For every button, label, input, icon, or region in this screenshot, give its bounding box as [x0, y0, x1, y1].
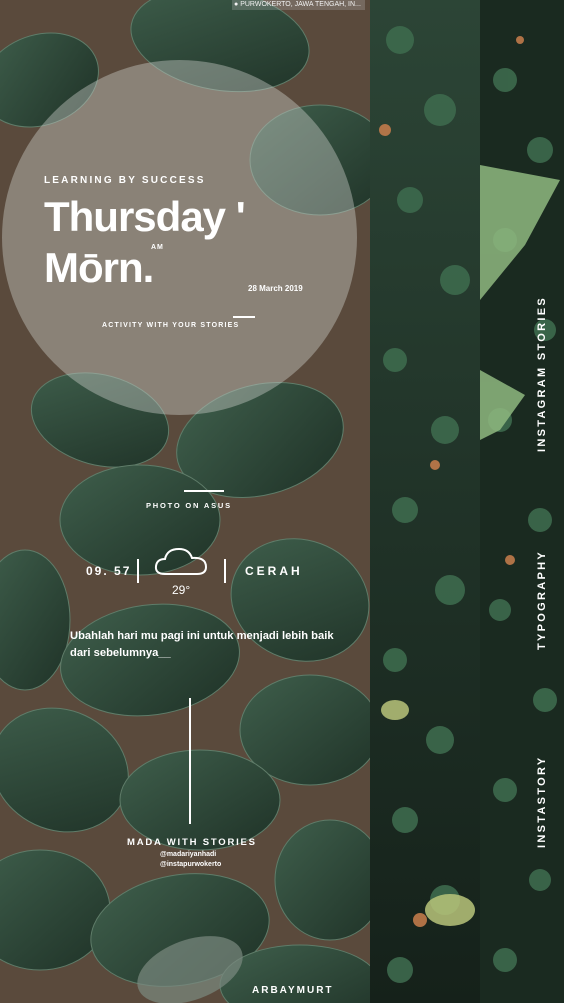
date-text: 28 March 2019: [248, 284, 303, 293]
kicker-text: LEARNING BY SUCCESS: [44, 175, 206, 186]
vertical-line: [189, 698, 191, 824]
vertical-label-instastory: INSTASTORY: [536, 755, 548, 848]
location-pin-icon: ●: [234, 1, 239, 8]
credit-handle-2[interactable]: @instapurwokerto: [160, 861, 221, 868]
credit-handle-1[interactable]: @madariyanhadi: [160, 851, 216, 858]
am-label: AM: [151, 244, 164, 251]
vertical-label-instagram-stories: INSTAGRAM STORIES: [536, 295, 548, 452]
cloud-icon: [154, 547, 208, 575]
weather-time: 09. 57: [86, 564, 132, 578]
weather-temperature: 29°: [172, 583, 191, 597]
photo-label: PHOTO ON ASUS: [146, 501, 232, 510]
signature-text: ARBAYMURT: [252, 985, 334, 996]
weather-condition: CERAH: [245, 564, 303, 578]
vertical-label-typography: TYPOGRAPHY: [536, 549, 548, 650]
location-text: PURWOKERTO, JAWA TENGAH, IN...: [240, 1, 361, 8]
weather-divider-left: [137, 559, 139, 583]
title-line-2: Mōrn.: [44, 244, 154, 291]
quote-text: Ubahlah hari mu pagi ini untuk menjadi l…: [70, 630, 334, 659]
photo-divider: [184, 490, 224, 492]
weather-divider-right: [224, 559, 226, 583]
location-tag[interactable]: ● PURWOKERTO, JAWA TENGAH, IN...: [232, 0, 365, 10]
activity-text: ACTIVITY WITH YOUR STORIES: [102, 322, 240, 329]
title-line-1: Thursday ': [44, 193, 246, 240]
credit-title: MADA WITH STORIES: [127, 837, 257, 848]
divider-dash: [233, 316, 255, 318]
